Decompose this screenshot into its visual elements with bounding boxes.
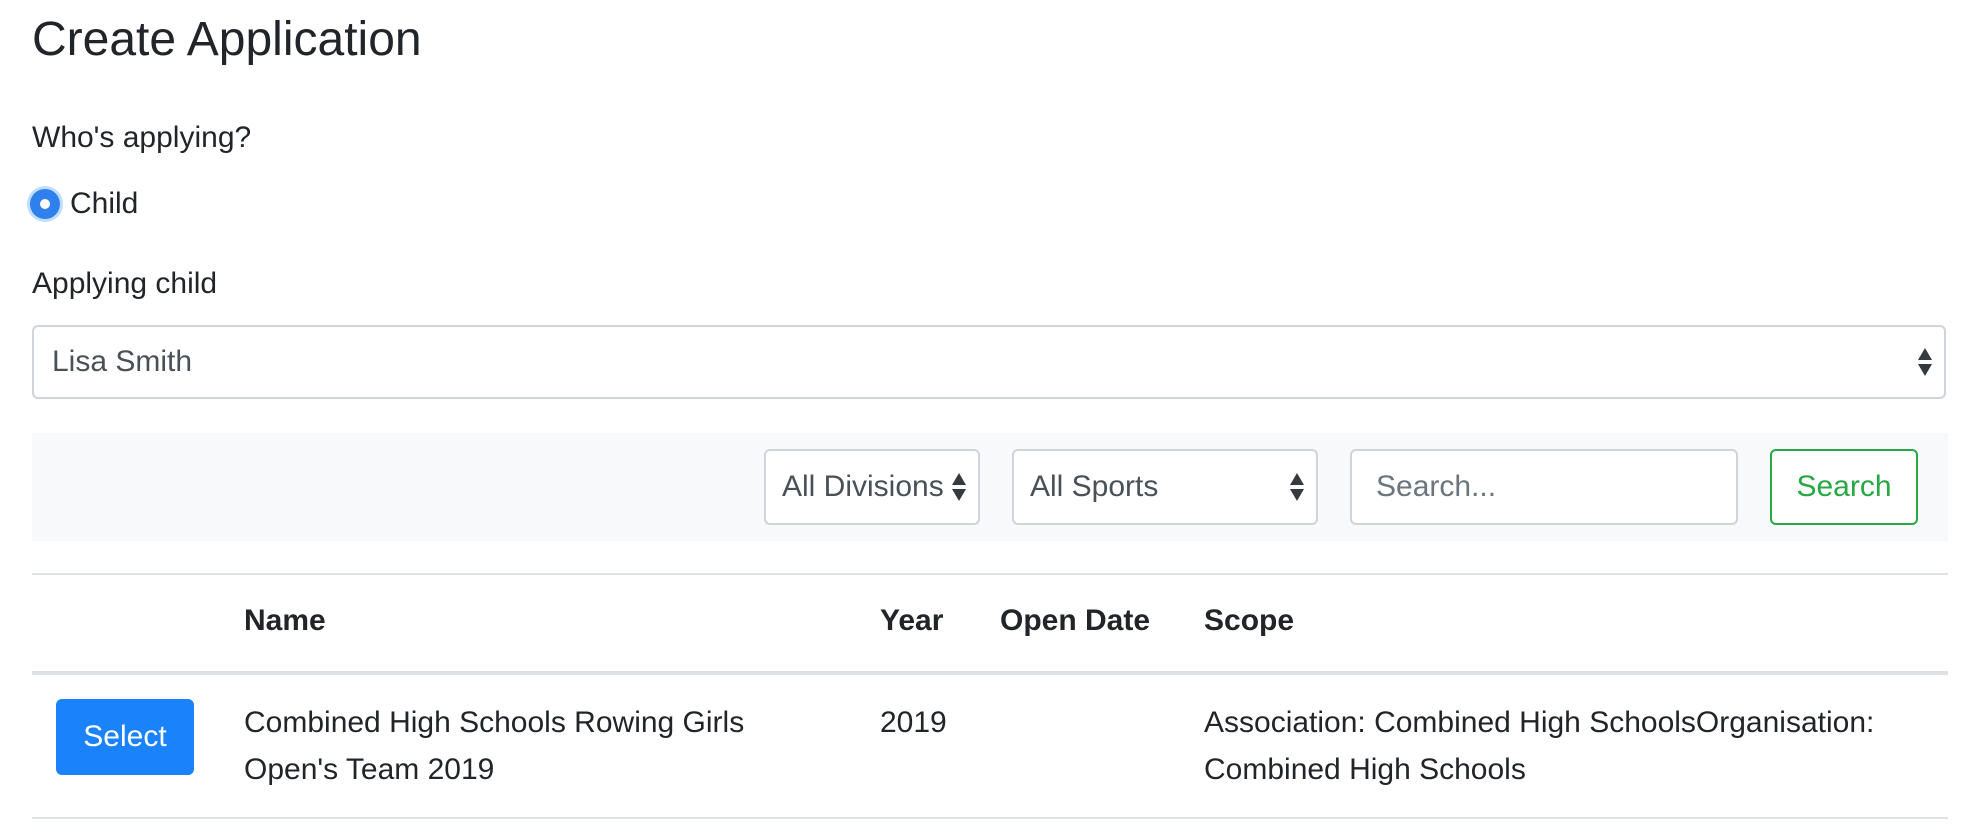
division-select-value: All Divisions <box>782 470 944 503</box>
search-button[interactable]: Search <box>1770 449 1918 525</box>
applying-child-select[interactable]: Lisa Smith <box>32 325 1946 399</box>
sport-select[interactable]: All Sports <box>1012 449 1318 525</box>
row-name-cell: Combined High Schools Rowing Girls Open'… <box>244 706 745 786</box>
applicant-option-child[interactable]: Child <box>30 184 138 224</box>
search-input[interactable] <box>1350 449 1738 525</box>
page-title: Create Application <box>32 13 422 66</box>
select-caret-icon <box>1290 473 1304 501</box>
column-header-scope: Scope <box>1204 604 1295 637</box>
row-year-cell: 2019 <box>880 706 947 739</box>
division-select[interactable]: All Divisions <box>764 449 980 525</box>
radio-selected-icon[interactable] <box>30 189 60 219</box>
table-top-divider <box>32 573 1948 575</box>
radio-dot-icon <box>40 199 50 209</box>
column-header-name: Name <box>244 604 326 637</box>
select-caret-icon <box>952 473 966 501</box>
applicant-question-label: Who's applying? <box>32 121 252 154</box>
filter-bar: All Divisions All Sports Search <box>32 433 1948 541</box>
applying-child-label: Applying child <box>32 267 218 300</box>
select-caret-icon <box>1918 348 1932 376</box>
table-bottom-divider <box>32 817 1948 819</box>
table-header-divider <box>32 671 1948 675</box>
applying-child-value: Lisa Smith <box>52 345 193 378</box>
applicant-option-label[interactable]: Child <box>70 184 138 224</box>
select-button[interactable]: Select <box>56 699 194 775</box>
row-scope-cell: Association: Combined High SchoolsOrgani… <box>1204 706 1875 786</box>
column-header-year: Year <box>880 604 944 637</box>
sport-select-value: All Sports <box>1030 470 1159 503</box>
column-header-open-date: Open Date <box>1000 604 1151 637</box>
